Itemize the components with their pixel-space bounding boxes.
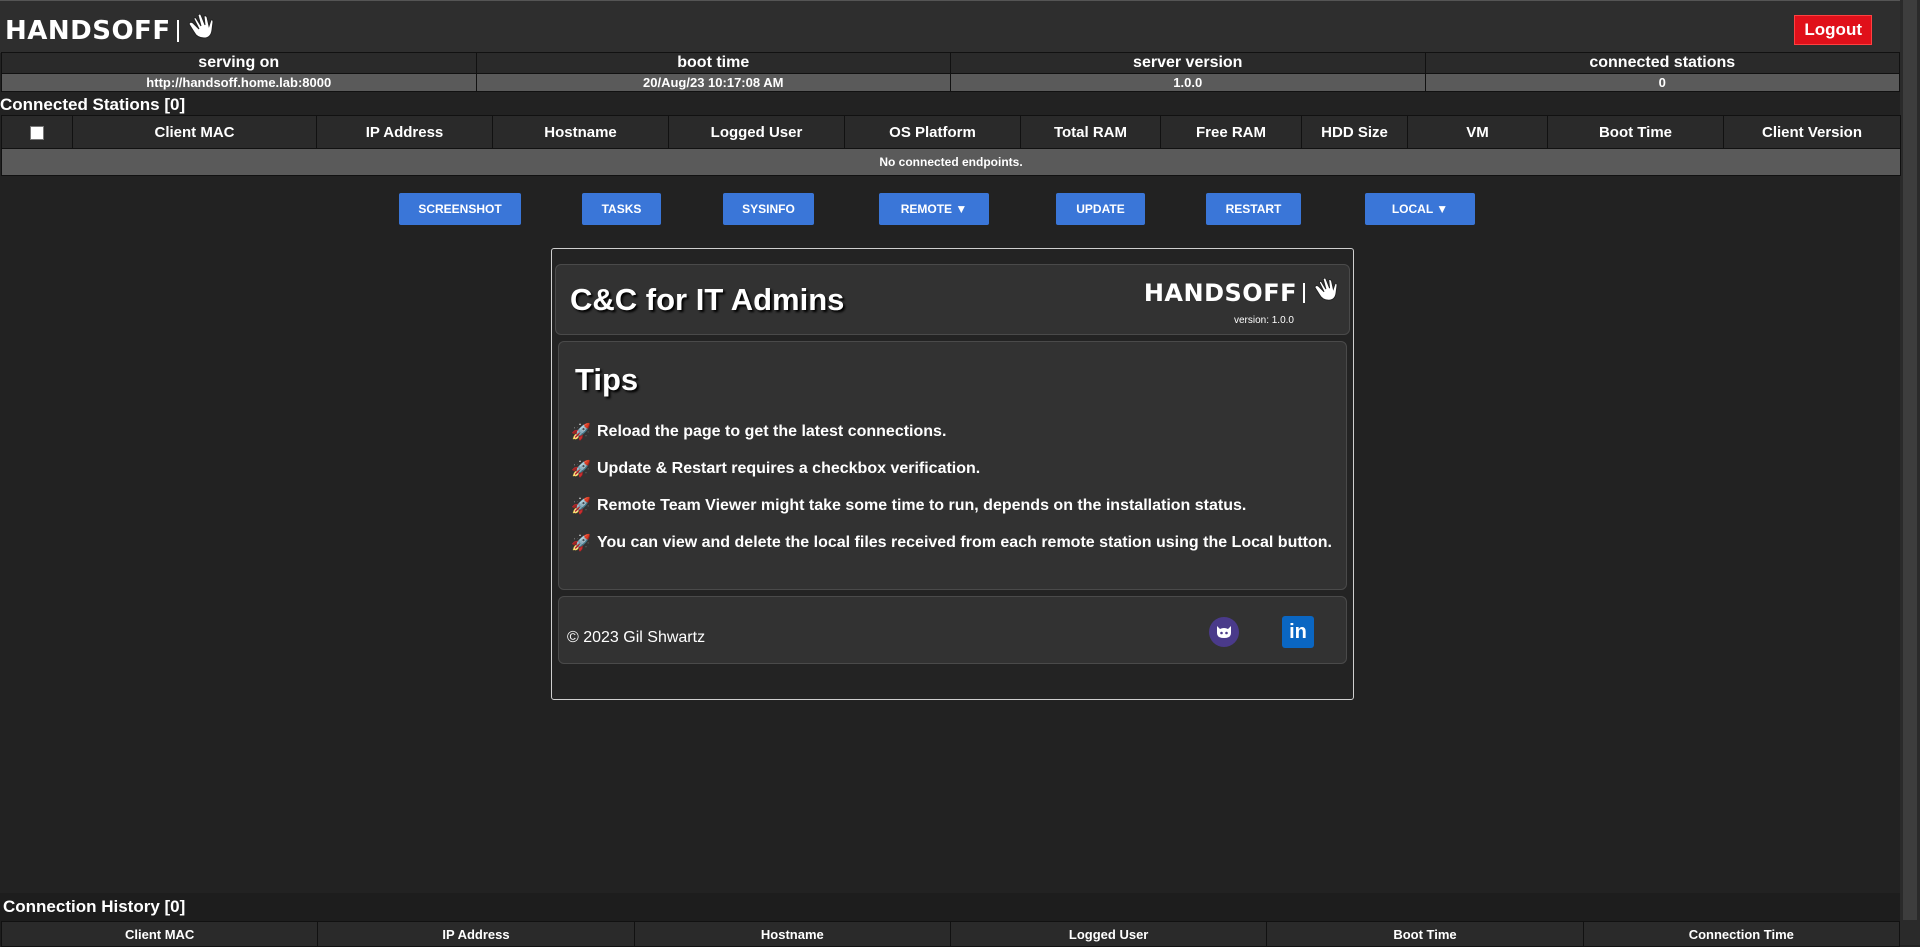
- server-info-table: serving on boot time server version conn…: [1, 52, 1900, 92]
- column-header[interactable]: VM: [1407, 115, 1548, 149]
- column-header[interactable]: HDD Size: [1301, 115, 1408, 149]
- history-column-header[interactable]: Hostname: [633, 921, 951, 947]
- logout-button[interactable]: Logout: [1794, 15, 1872, 45]
- tip-item: 🚀 Update & Restart requires a checkbox v…: [571, 459, 980, 479]
- card-brand-name: HANDSOFF: [1143, 279, 1297, 307]
- page-scrollbar[interactable]: [1900, 0, 1920, 945]
- copyright-text: © 2023 Gil Shwartz: [567, 629, 706, 646]
- action-toolbar: SCREENSHOT TASKS SYSINFO REMOTE ▼ UPDATE…: [0, 193, 1900, 225]
- rocket-icon: 🚀: [571, 461, 591, 478]
- tip-text: Update & Restart requires a checkbox ver…: [597, 460, 981, 477]
- connection-history-title: Connection History [0]: [3, 897, 186, 916]
- tip-text: You can view and delete the local files …: [597, 534, 1332, 551]
- column-header[interactable]: Boot Time: [1547, 115, 1724, 149]
- linkedin-icon[interactable]: in: [1282, 616, 1314, 648]
- logo-divider: [1303, 283, 1305, 303]
- info-header-serving-on: serving on: [1, 52, 477, 74]
- info-card: C&C for IT Admins HANDSOFF version: 1.0.…: [551, 248, 1354, 700]
- brand-logo: HANDSOFF: [5, 13, 215, 47]
- tips-title: Tips: [575, 362, 639, 397]
- update-button[interactable]: UPDATE: [1056, 193, 1145, 225]
- rocket-icon: 🚀: [571, 535, 591, 552]
- column-header[interactable]: OS Platform: [844, 115, 1021, 149]
- tips-panel: Tips 🚀 Reload the page to get the latest…: [558, 341, 1347, 590]
- stations-table: Client MAC IP Address Hostname Logged Us…: [1, 115, 1901, 176]
- card-brand-logo: HANDSOFF: [1143, 277, 1339, 308]
- info-header-boot-time: boot time: [475, 52, 951, 74]
- history-column-header[interactable]: Connection Time: [1582, 921, 1901, 947]
- card-headline: C&C for IT Admins: [570, 282, 845, 317]
- github-icon[interactable]: [1209, 617, 1239, 647]
- tip-item: 🚀 Reload the page to get the latest conn…: [571, 422, 946, 442]
- column-header[interactable]: Hostname: [492, 115, 669, 149]
- remote-dropdown-button[interactable]: REMOTE ▼: [879, 193, 989, 225]
- card-footer: © 2023 Gil Shwartz in: [558, 596, 1347, 664]
- history-table: Client MAC IP Address Hostname Logged Us…: [0, 921, 1901, 947]
- card-header: C&C for IT Admins HANDSOFF version: 1.0.…: [555, 264, 1350, 335]
- tip-item: 🚀 Remote Team Viewer might take some tim…: [571, 496, 1246, 516]
- info-value-connected-stations: 0: [1424, 73, 1900, 92]
- scrollbar-thumb[interactable]: [1903, 0, 1917, 920]
- empty-table-message: No connected endpoints.: [1, 148, 1901, 176]
- info-header-server-version: server version: [950, 52, 1426, 74]
- column-header[interactable]: Total RAM: [1020, 115, 1161, 149]
- history-column-header[interactable]: IP Address: [317, 921, 635, 947]
- brand-name: HANDSOFF: [5, 15, 171, 46]
- sysinfo-button[interactable]: SYSINFO: [723, 193, 814, 225]
- column-header[interactable]: IP Address: [316, 115, 493, 149]
- tip-text: Remote Team Viewer might take some time …: [597, 497, 1247, 514]
- info-value-boot-time: 20/Aug/23 10:17:08 AM: [475, 73, 951, 92]
- column-header[interactable]: Free RAM: [1160, 115, 1302, 149]
- restart-button[interactable]: RESTART: [1206, 193, 1301, 225]
- select-all-checkbox[interactable]: [30, 125, 44, 140]
- tasks-button[interactable]: TASKS: [582, 193, 661, 225]
- select-all-header: [1, 115, 73, 149]
- screenshot-button[interactable]: SCREENSHOT: [399, 193, 521, 225]
- logo-divider: [176, 19, 179, 42]
- column-header[interactable]: Client MAC: [72, 115, 317, 149]
- rocket-icon: 🚀: [571, 424, 591, 441]
- tip-item: 🚀 You can view and delete the local file…: [571, 533, 1332, 553]
- column-header[interactable]: Logged User: [668, 115, 845, 149]
- history-column-header[interactable]: Logged User: [949, 921, 1268, 947]
- history-column-header[interactable]: Client MAC: [0, 921, 319, 947]
- history-column-header[interactable]: Boot Time: [1266, 921, 1584, 947]
- local-dropdown-button[interactable]: LOCAL ▼: [1365, 193, 1475, 225]
- info-header-connected-stations: connected stations: [1424, 52, 1900, 74]
- info-value-serving-on: http://handsoff.home.lab:8000: [1, 73, 477, 92]
- hand-icon: [185, 13, 215, 47]
- rocket-icon: 🚀: [571, 498, 591, 515]
- connected-stations-title: Connected Stations [0]: [0, 95, 186, 114]
- top-bar: HANDSOFF Logout: [0, 0, 1900, 53]
- info-value-server-version: 1.0.0: [950, 73, 1426, 92]
- column-header[interactable]: Client Version: [1723, 115, 1901, 149]
- hand-icon: [1311, 277, 1339, 308]
- tip-text: Reload the page to get the latest connec…: [597, 423, 947, 440]
- version-label: version: 1.0.0: [1233, 315, 1294, 326]
